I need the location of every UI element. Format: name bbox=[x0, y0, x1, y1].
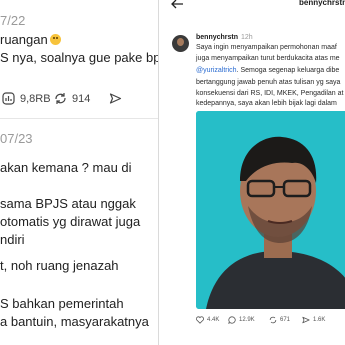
like-count: 4.4K bbox=[207, 317, 220, 323]
caption-line: Saya ingin menyampaikan permohonan maaf bbox=[196, 44, 337, 51]
caption-line: juga menyampaikan turut berdukacita atas… bbox=[196, 55, 340, 62]
back-arrow-icon[interactable] bbox=[170, 0, 184, 10]
post-text-line: otomatis yg dirawat juga bbox=[0, 214, 141, 229]
right-post-panel: bennychrstn bennychrstn 12h Saya ingin m… bbox=[158, 0, 345, 345]
post-author[interactable]: bennychrstn bbox=[196, 34, 238, 41]
repost-count: 914 bbox=[72, 92, 91, 105]
share-button[interactable] bbox=[109, 92, 122, 105]
send-icon bbox=[302, 316, 310, 324]
comment-icon bbox=[228, 316, 236, 324]
comment-button[interactable]: 12.9K bbox=[228, 316, 255, 324]
post-text: ruangan bbox=[0, 32, 48, 47]
video-frame-person bbox=[196, 111, 345, 309]
post-time: 07/23 bbox=[0, 131, 33, 146]
views-button[interactable]: 9,8RB bbox=[2, 92, 51, 105]
post-text-line: ndiri bbox=[0, 232, 25, 247]
caption-line: kedepannya, saya akan lebih bijak lagi d… bbox=[196, 100, 337, 107]
avatar[interactable] bbox=[172, 35, 189, 52]
header-username: bennychrstn bbox=[299, 0, 345, 7]
post-time: 12h bbox=[241, 34, 253, 41]
post-video[interactable] bbox=[196, 111, 345, 309]
post-text-line: sama BPJS atau nggak bbox=[0, 196, 136, 211]
repost-count: 671 bbox=[280, 317, 291, 323]
post-time: 7/22 bbox=[0, 13, 26, 28]
repost-button[interactable]: 914 bbox=[54, 92, 90, 105]
share-button[interactable]: 1.6K bbox=[302, 316, 325, 324]
post-actions: 4.4K 12.9K 671 1.6K bbox=[196, 316, 345, 328]
repost-icon bbox=[269, 316, 277, 324]
left-thread-panel: 7/22 ruangan S nya, soalnya gue pake bpj… bbox=[0, 0, 168, 345]
post-actions: 9,8RB 914 bbox=[0, 92, 168, 110]
caption-line: bertanggung jawab penuh atas tulisan yg … bbox=[196, 79, 341, 86]
mention-link[interactable]: @yurizaltrich bbox=[196, 67, 237, 74]
caption-line: konsekuensi dari RS, IDI, MKEK, Pengadil… bbox=[196, 90, 344, 97]
heart-icon bbox=[196, 316, 204, 324]
post-text-line: S nya, soalnya gue pake bpjs bbox=[0, 50, 168, 65]
like-button[interactable]: 4.4K bbox=[196, 316, 219, 324]
post-text-line: a bantuin, masyarakatnya bbox=[0, 314, 149, 329]
comment-count: 12.9K bbox=[239, 317, 255, 323]
post-text-line: S bahkan pemerintah bbox=[0, 296, 124, 311]
caption-text: . Semoga segenap keluarga dibe bbox=[236, 67, 340, 74]
views-icon bbox=[2, 92, 15, 105]
smile-emoji-icon bbox=[49, 34, 61, 45]
post-text-line: akan kemana ? mau di bbox=[0, 160, 132, 175]
divider bbox=[0, 118, 168, 119]
send-icon bbox=[109, 93, 122, 104]
post-text-line: t, noh ruang jenazah bbox=[0, 258, 119, 273]
repost-icon bbox=[55, 93, 66, 104]
top-bar: bennychrstn bbox=[159, 0, 345, 14]
caption-line: @yurizaltrich. Semoga segenap keluarga d… bbox=[196, 67, 339, 74]
share-count: 1.6K bbox=[313, 317, 326, 323]
post-text-line: ruangan bbox=[0, 32, 61, 47]
views-count: 9,8RB bbox=[20, 92, 51, 105]
repost-button[interactable]: 671 bbox=[269, 316, 290, 324]
